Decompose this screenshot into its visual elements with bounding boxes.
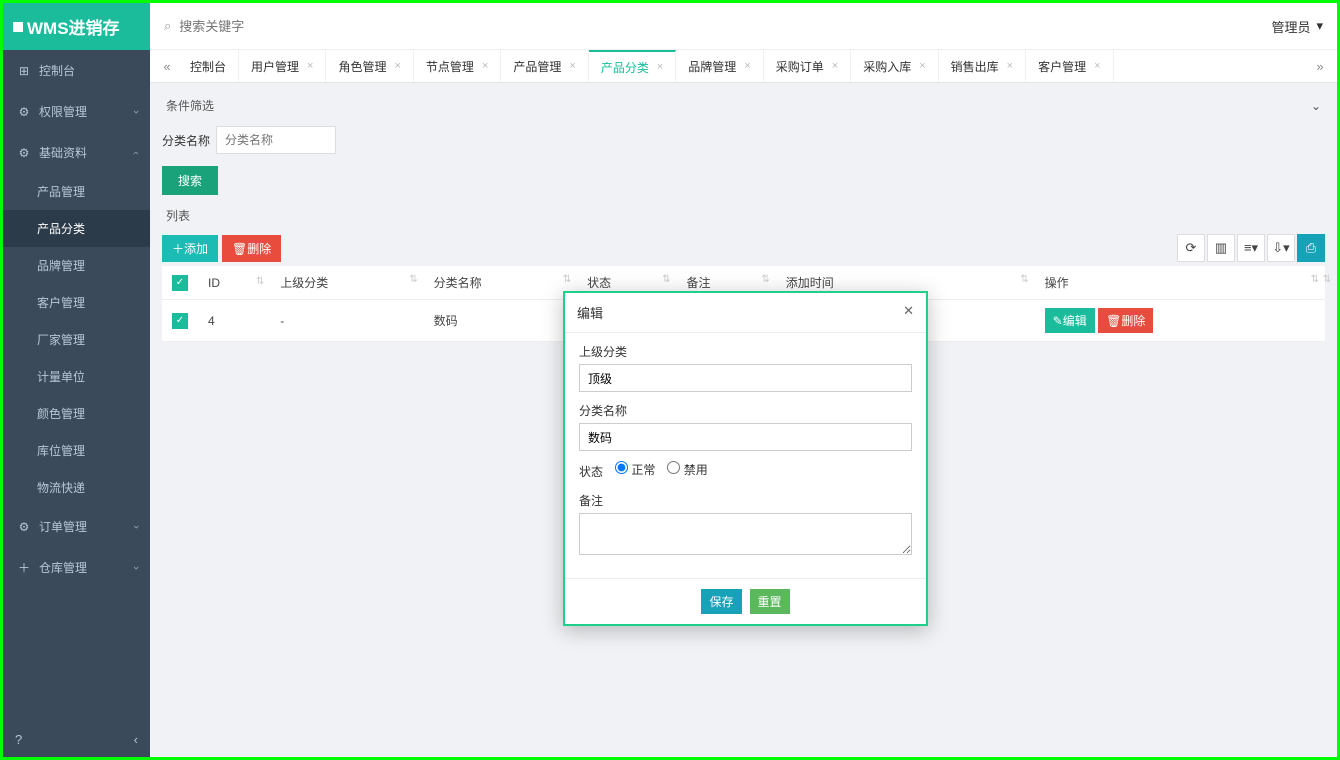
name-input[interactable] xyxy=(579,423,912,451)
status-label: 状态 xyxy=(579,463,603,480)
parent-input[interactable] xyxy=(579,364,912,392)
edit-modal: 编辑 ✕ 上级分类 分类名称 状态 正常 禁用 备注 保存 重置 xyxy=(563,291,928,626)
remark-textarea[interactable] xyxy=(579,513,912,555)
close-icon[interactable]: ✕ xyxy=(903,303,914,322)
status-normal-option[interactable]: 正常 xyxy=(615,461,655,478)
remark-label: 备注 xyxy=(579,492,912,509)
parent-label: 上级分类 xyxy=(579,343,912,360)
status-disabled-option[interactable]: 禁用 xyxy=(667,461,707,478)
name-label: 分类名称 xyxy=(579,402,912,419)
modal-title: 编辑 xyxy=(577,303,603,322)
save-button[interactable]: 保存 xyxy=(701,589,741,614)
reset-button[interactable]: 重置 xyxy=(750,589,790,614)
